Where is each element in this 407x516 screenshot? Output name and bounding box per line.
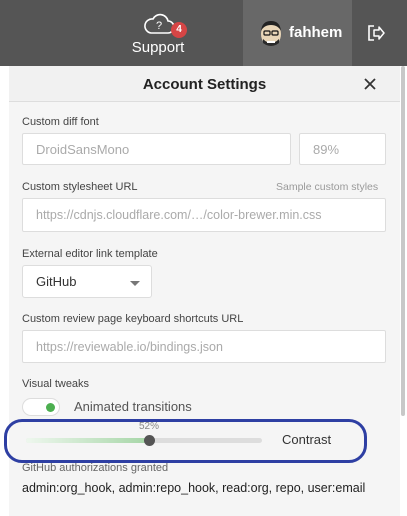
github-auth-value: admin:org_hook, admin:repo_hook, read:or… [22, 481, 366, 495]
contrast-slider[interactable] [26, 435, 262, 446]
editor-template-value: GitHub [36, 274, 77, 289]
contrast-slider-fill [26, 438, 149, 443]
stylesheet-label: Custom stylesheet URL [22, 181, 138, 193]
font-size-input[interactable]: 89% [299, 133, 386, 165]
user-name: fahhem [289, 24, 343, 41]
shortcuts-input[interactable]: https://reviewable.io/bindings.json [22, 330, 386, 363]
panel-header: Account Settings [9, 66, 400, 102]
github-auth-label: GitHub authorizations granted [22, 462, 169, 474]
svg-text:?: ? [156, 20, 162, 32]
toggle-knob [46, 403, 55, 412]
avatar-icon [261, 21, 281, 46]
animated-transitions-label: Animated transitions [74, 399, 192, 414]
shortcuts-label: Custom review page keyboard shortcuts UR… [22, 313, 244, 325]
sign-out-icon[interactable] [366, 23, 386, 43]
user-menu[interactable]: fahhem [243, 0, 352, 66]
chevron-down-icon [130, 281, 140, 286]
diff-font-input[interactable]: DroidSansMono [22, 133, 291, 165]
editor-template-select[interactable]: GitHub [22, 265, 152, 298]
animated-transitions-toggle[interactable] [22, 398, 60, 416]
top-bar: ? 4 Support fahhem [0, 0, 407, 66]
diff-font-placeholder: DroidSansMono [36, 141, 130, 157]
support-button[interactable]: ? 4 Support [122, 0, 194, 66]
sample-styles-link[interactable]: Sample custom styles [276, 181, 378, 193]
panel-title: Account Settings [142, 76, 267, 93]
font-size-placeholder: 89% [313, 141, 340, 157]
contrast-slider-thumb[interactable] [144, 435, 155, 446]
shortcuts-placeholder: https://reviewable.io/bindings.json [36, 339, 223, 354]
visual-tweaks-label: Visual tweaks [22, 378, 90, 390]
stylesheet-input[interactable]: https://cdnjs.cloudflare.com/…/color-bre… [22, 198, 386, 232]
contrast-label: Contrast [282, 432, 332, 447]
diff-font-label: Custom diff font [22, 116, 99, 128]
close-icon[interactable] [360, 74, 380, 94]
panel-scrollbar[interactable] [401, 66, 405, 416]
support-badge: 4 [171, 22, 187, 38]
support-label: Support [131, 39, 185, 56]
stylesheet-placeholder: https://cdnjs.cloudflare.com/…/color-bre… [36, 208, 322, 222]
editor-template-label: External editor link template [22, 248, 158, 260]
